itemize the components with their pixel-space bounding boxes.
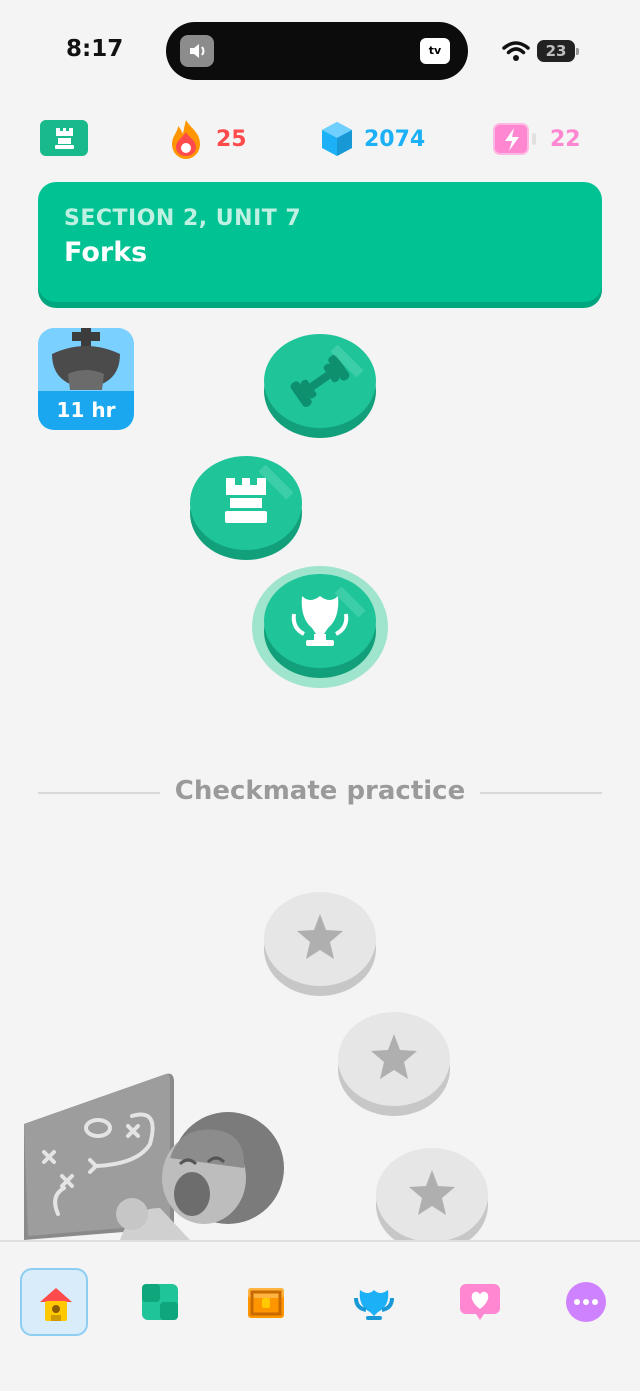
streak-counter[interactable]: 25 — [166, 118, 247, 160]
treasure-chest-icon — [248, 1288, 284, 1318]
nav-friends[interactable] — [446, 1268, 514, 1336]
energy-count: 22 — [550, 126, 581, 152]
path-node-dumbbell[interactable] — [264, 334, 376, 438]
energy-counter[interactable]: 22 — [492, 118, 581, 160]
trophy-shield-icon — [354, 1290, 394, 1320]
path-node-trophy[interactable] — [264, 574, 376, 678]
timer-label: 11 hr — [56, 398, 116, 422]
wifi-icon — [502, 40, 530, 66]
puzzle-board-icon — [142, 1284, 178, 1320]
energy-battery-icon — [493, 123, 536, 155]
divider-line-left — [38, 792, 160, 794]
chess-king-icon — [52, 328, 120, 390]
nav-chest[interactable] — [232, 1268, 300, 1336]
section-label: SECTION 2, UNIT 7 — [64, 206, 302, 231]
tv-label: tv — [428, 44, 442, 57]
path-node-star-locked[interactable] — [376, 1148, 488, 1252]
streak-count: 25 — [216, 126, 247, 152]
nav-more[interactable] — [552, 1268, 620, 1336]
dumbbell-icon — [290, 344, 364, 407]
nav-puzzles[interactable] — [126, 1268, 194, 1336]
bottom-nav — [0, 1240, 640, 1391]
timer-chest-button[interactable]: 11 hr — [38, 328, 134, 430]
status-time: 8:17 — [66, 36, 124, 62]
nav-leaderboard[interactable] — [340, 1268, 408, 1336]
gems-counter[interactable]: 2074 — [320, 118, 425, 160]
star-icon — [409, 1170, 455, 1215]
gems-count: 2074 — [364, 126, 426, 152]
star-icon — [371, 1034, 417, 1079]
path-node-star-locked[interactable] — [264, 892, 376, 996]
home-icon — [40, 1288, 72, 1321]
nav-home[interactable] — [20, 1268, 88, 1336]
path-node-rook[interactable] — [190, 456, 302, 560]
chess-rook-icon — [55, 128, 74, 149]
star-icon — [297, 914, 343, 959]
speaker-icon — [180, 35, 214, 67]
section-divider-label: Checkmate practice — [174, 776, 466, 806]
trophy-icon — [291, 586, 366, 646]
more-icon — [566, 1282, 606, 1322]
battery-level: 23 — [545, 42, 567, 60]
battery-icon: 23 — [537, 40, 579, 62]
flame-icon — [172, 120, 200, 159]
chess-course-button[interactable] — [40, 120, 88, 156]
gem-icon — [322, 122, 352, 156]
divider-line-right — [480, 792, 602, 794]
heart-icon — [460, 1284, 500, 1320]
path-node-star-locked[interactable] — [338, 1012, 450, 1116]
dynamic-island: tv — [166, 22, 468, 80]
unit-banner[interactable]: SECTION 2, UNIT 7 Forks — [38, 182, 602, 302]
unit-title: Forks — [64, 237, 148, 268]
coach-chalkboard-illustration — [24, 1073, 284, 1240]
rook-icon — [225, 464, 294, 523]
apple-tv-icon: tv — [420, 38, 450, 64]
